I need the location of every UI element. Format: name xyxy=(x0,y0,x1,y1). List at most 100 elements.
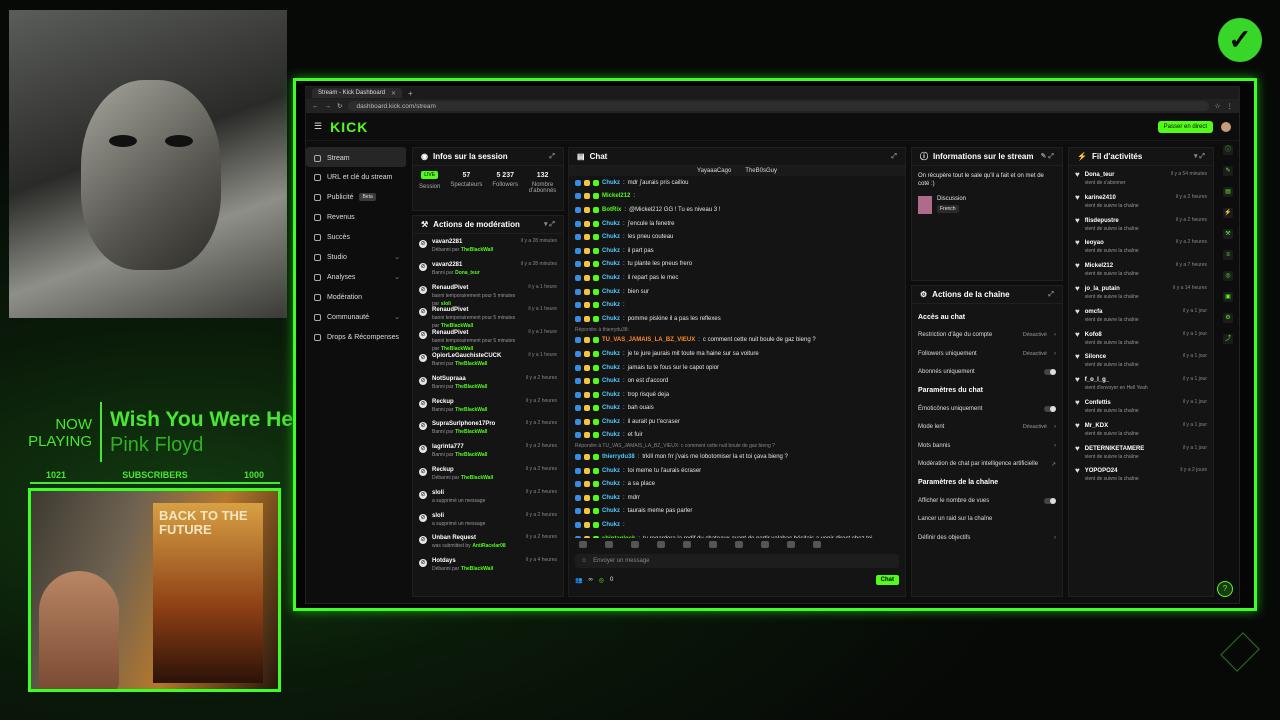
chat-username[interactable]: Chukz xyxy=(602,221,620,227)
kick-logo[interactable]: KICK xyxy=(330,119,368,135)
chat-message[interactable]: Chukz: j'encule la fenetre xyxy=(569,217,905,231)
moderation-item[interactable]: ⊘ Reckup Banni par TheBlackWall il y a 2… xyxy=(413,396,563,419)
chat-username[interactable]: Chukz xyxy=(602,468,620,474)
moderation-item[interactable]: ⊘ OpiorLeGauchisteCUCK Banni par TheBlac… xyxy=(413,350,563,373)
chat-message[interactable]: Chukz: on est d'accord xyxy=(569,374,905,388)
filter-icon[interactable]: ▾ ⤢ xyxy=(544,220,555,229)
chat-message[interactable]: Mickel212: xyxy=(569,190,905,204)
chat-username[interactable]: Chukz xyxy=(602,234,620,240)
chat-message[interactable]: Chukz: pomme piskine il a pas les reflex… xyxy=(569,312,905,326)
browser-menu-icon[interactable]: ⋮ xyxy=(1227,102,1234,110)
channel-setting-row[interactable]: Abonnés uniquement xyxy=(912,363,1062,382)
go-live-button[interactable]: Passer en direct xyxy=(1157,120,1213,133)
sidebar-item[interactable]: Succès xyxy=(306,227,406,247)
back-icon[interactable]: ← xyxy=(312,103,319,110)
activity-item[interactable]: ♥ leoyao vient de suivre la chaîne il y … xyxy=(1069,236,1213,259)
chat-message[interactable]: thierrydu38: trkill mon frr j'vais me lo… xyxy=(569,450,905,464)
rail-tools-icon[interactable]: ⚙ xyxy=(1223,313,1233,323)
emote-icon[interactable] xyxy=(709,540,717,548)
emote-icon[interactable] xyxy=(761,540,769,548)
chat-message[interactable]: Chukz: et fuir xyxy=(569,429,905,443)
sidebar-item[interactable]: Stream xyxy=(306,147,406,167)
chat-username[interactable]: Chukz xyxy=(602,508,620,514)
chat-message[interactable]: Chukz: trop risqué deja xyxy=(569,388,905,402)
channel-setting-row[interactable]: Émoticônes uniquement xyxy=(912,400,1062,419)
expand-icon[interactable]: ⤢ xyxy=(549,153,555,161)
toggle-switch[interactable] xyxy=(1044,405,1056,412)
chat-username[interactable]: thierrydu38 xyxy=(602,454,635,460)
help-icon[interactable]: ? xyxy=(1217,581,1233,597)
chat-message[interactable]: Chukz: taurais meme pas parler xyxy=(569,505,905,519)
chat-username[interactable]: Chukz xyxy=(602,180,620,186)
chat-username[interactable]: Mickel212 xyxy=(602,193,630,199)
moderation-item[interactable]: ⊘ SupraSurIphone17Pro Banni par TheBlack… xyxy=(413,418,563,441)
chat-username[interactable]: BotRix xyxy=(602,207,621,213)
moderation-item[interactable]: ⊘ lagrinta777 Banni par TheBlackWall il … xyxy=(413,441,563,464)
chat-username[interactable]: Chukz xyxy=(602,302,620,308)
chat-username[interactable]: shintaglock xyxy=(602,536,635,538)
url-field[interactable]: dashboard.kick.com/stream xyxy=(348,101,1209,111)
emote-icon[interactable] xyxy=(813,540,821,548)
chat-message[interactable]: Chukz: jamais tu te fous sur le capot op… xyxy=(569,361,905,375)
chat-username[interactable]: Chukz xyxy=(602,261,620,267)
chat-username[interactable]: Chukz xyxy=(602,248,620,254)
chat-message[interactable]: Chukz: a sa place xyxy=(569,477,905,491)
browser-tab[interactable]: Stream - Kick Dashboard ✕ xyxy=(312,88,402,98)
activity-item[interactable]: ♥ jo_la_putain vient de suivre la chaîne… xyxy=(1069,282,1213,305)
chat-username[interactable]: Chukz xyxy=(602,365,620,371)
user-avatar[interactable] xyxy=(1221,121,1231,132)
rail-box-icon[interactable]: ▣ xyxy=(1223,292,1233,302)
emoji-icon[interactable]: ☺ xyxy=(581,558,587,564)
chat-username[interactable]: TU_VAS_JAMAIS_LA_BZ_VIEUX xyxy=(602,337,695,343)
chat-username[interactable]: Chukz xyxy=(602,316,620,322)
chat-message[interactable]: Chukz: les pneu couteau xyxy=(569,230,905,244)
chat-username[interactable]: Chukz xyxy=(602,378,620,384)
moderation-item[interactable]: ⊘ Hotdays Débanni par TheBlackWall il y … xyxy=(413,555,563,578)
sidebar-item[interactable]: Publicité Beta xyxy=(306,187,406,207)
moderation-item[interactable]: ⊘ sloli a supprimé un message il y a 2 h… xyxy=(413,510,563,533)
toggle-switch[interactable] xyxy=(1044,497,1056,504)
rail-target-icon[interactable]: ◎ xyxy=(1223,271,1233,281)
chat-message[interactable]: Chukz: toi meme tu l'aurais écraser xyxy=(569,464,905,478)
emote-icon[interactable] xyxy=(657,540,665,548)
activity-item[interactable]: ♥ Kofo8 vient de suivre la chaîne il y a… xyxy=(1069,328,1213,351)
chat-username[interactable]: Chukz xyxy=(602,419,620,425)
channel-setting-row[interactable]: Lancer un raid sur la chaîne xyxy=(912,510,1062,529)
chat-username[interactable]: Chukz xyxy=(602,405,620,411)
channel-setting-row[interactable]: Restriction d'âge du compte Désactivé › xyxy=(912,326,1062,345)
chat-input[interactable]: ☺ Envoyer un message xyxy=(575,554,899,568)
rail-chat-icon[interactable]: ▤ xyxy=(1223,187,1233,197)
moderation-item[interactable]: ⊘ sloli a supprimé un message il y a 2 h… xyxy=(413,487,563,510)
rail-mod-icon[interactable]: ⚒ xyxy=(1223,229,1233,239)
channel-setting-row[interactable]: Followers uniquement Désactivé › xyxy=(912,345,1062,364)
sidebar-item[interactable]: Revenus xyxy=(306,207,406,227)
moderation-item[interactable]: ⊘ vavan2281 Débanni par TheBlackWall il … xyxy=(413,236,563,259)
activity-item[interactable]: ♥ Silonce vient de suivre la chaîne il y… xyxy=(1069,350,1213,373)
chat-expand-icon[interactable]: ⤢ xyxy=(891,153,897,161)
chat-message[interactable]: Chukz: il repart pas le mec xyxy=(569,271,905,285)
chat-message[interactable]: BotRix: @Mickel212 GG ! Tu es niveau 3 ! xyxy=(569,203,905,217)
emote-icon[interactable] xyxy=(605,540,613,548)
moderation-item[interactable]: ⊘ NotSupraaa Banni par TheBlackWall il y… xyxy=(413,373,563,396)
new-tab-icon[interactable]: + xyxy=(408,89,413,98)
emote-icon[interactable] xyxy=(631,540,639,548)
chat-username[interactable]: Chukz xyxy=(602,289,620,295)
emote-icon[interactable] xyxy=(579,540,587,548)
chat-message[interactable]: Chukz: mdr j'aurais pris caillou xyxy=(569,176,905,190)
chat-message[interactable]: Chukz: xyxy=(569,298,905,312)
hamburger-menu-icon[interactable]: ☰ xyxy=(314,121,322,132)
moderation-item[interactable]: ⊘ Unban Request was submitted by AntiRac… xyxy=(413,532,563,555)
chat-username[interactable]: Chukz xyxy=(602,522,620,528)
emote-icon[interactable] xyxy=(787,540,795,548)
chat-message[interactable]: Chukz: xyxy=(569,518,905,532)
sidebar-item[interactable]: Analyses ⌄ xyxy=(306,267,406,287)
emote-icon[interactable] xyxy=(735,540,743,548)
chat-message[interactable]: Chukz: je te jure jaurais mit toute ma h… xyxy=(569,347,905,361)
moderation-item[interactable]: ⊘ RenaudPivet banni temporairement pour … xyxy=(413,282,563,307)
send-chat-button[interactable]: Chat xyxy=(875,575,899,585)
edit-icon[interactable]: ✎ ⤢ xyxy=(1041,152,1054,161)
sidebar-item[interactable]: Studio ⌄ xyxy=(306,247,406,267)
pinned-user[interactable]: YayaaaCago xyxy=(697,168,731,174)
chat-username[interactable]: Chukz xyxy=(602,351,620,357)
channel-setting-row[interactable]: Modération de chat par intelligence arti… xyxy=(912,455,1062,474)
